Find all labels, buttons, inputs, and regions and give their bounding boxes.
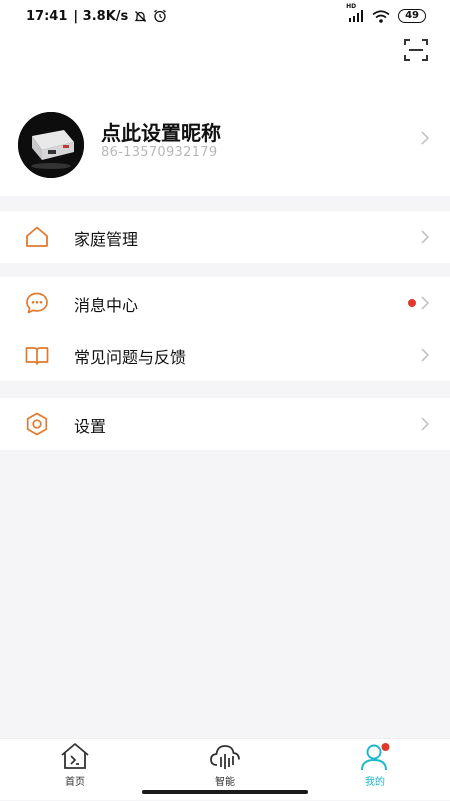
book-icon — [25, 347, 49, 365]
battery-indicator: 49 — [398, 9, 426, 23]
tab-home-label: 首页 — [65, 777, 85, 788]
home-tab-icon — [61, 743, 89, 769]
tab-mine-label: 我的 — [365, 777, 385, 788]
menu-item-settings-label: 设置 — [74, 417, 107, 436]
status-left: 17:41 | 3.8K/s — [26, 9, 167, 24]
status-time: 17:41 — [26, 8, 68, 24]
tab-smart-label: 智能 — [215, 777, 235, 788]
chevron-right-icon — [421, 417, 430, 431]
menu-item-faq-label: 常见问题与反馈 — [74, 348, 187, 367]
profile-header[interactable]: 点此设置昵称 86-13570932179 — [0, 32, 450, 196]
menu-group-support: 消息中心 常见问题与反馈 — [0, 277, 450, 381]
tab-home[interactable]: 首页 — [15, 739, 135, 801]
alarm-clock-icon — [154, 9, 167, 23]
wifi-icon — [372, 9, 390, 23]
menu-item-messages-label: 消息中心 — [74, 296, 139, 315]
device-photo-icon — [18, 112, 84, 178]
phone-number: 86-13570932179 — [101, 145, 218, 160]
cloud-tab-icon — [210, 745, 240, 769]
status-right: HD 49 — [346, 3, 426, 23]
signal-icon: HD — [346, 3, 364, 22]
status-net-speed: | 3.8K/s — [73, 8, 129, 24]
chevron-right-icon — [421, 131, 430, 145]
unread-dot — [408, 299, 416, 307]
menu-item-settings[interactable]: 设置 — [0, 398, 450, 450]
menu-item-family[interactable]: 家庭管理 — [0, 211, 450, 263]
menu-item-faq[interactable]: 常见问题与反馈 — [0, 329, 450, 381]
avatar[interactable] — [18, 112, 84, 178]
nickname-label[interactable]: 点此设置昵称 — [101, 117, 221, 146]
chat-bubble-icon — [26, 292, 48, 314]
settings-hexagon-icon — [26, 412, 48, 436]
user-tab-icon — [361, 743, 390, 771]
scan-icon[interactable] — [402, 36, 430, 64]
chevron-right-icon — [421, 230, 430, 244]
tab-mine[interactable]: 我的 — [315, 739, 435, 801]
menu-group-family: 家庭管理 — [0, 211, 450, 263]
menu-item-messages[interactable]: 消息中心 — [0, 277, 450, 329]
home-icon — [26, 226, 48, 247]
home-indicator[interactable] — [142, 790, 308, 794]
menu-group-settings: 设置 — [0, 398, 450, 450]
chevron-right-icon — [421, 348, 430, 362]
network-type-label: HD — [346, 3, 357, 10]
chevron-right-icon — [421, 296, 430, 310]
status-bar: 17:41 | 3.8K/s HD 49 — [0, 0, 450, 32]
menu-item-family-label: 家庭管理 — [74, 230, 139, 249]
mute-bell-icon — [135, 10, 147, 22]
